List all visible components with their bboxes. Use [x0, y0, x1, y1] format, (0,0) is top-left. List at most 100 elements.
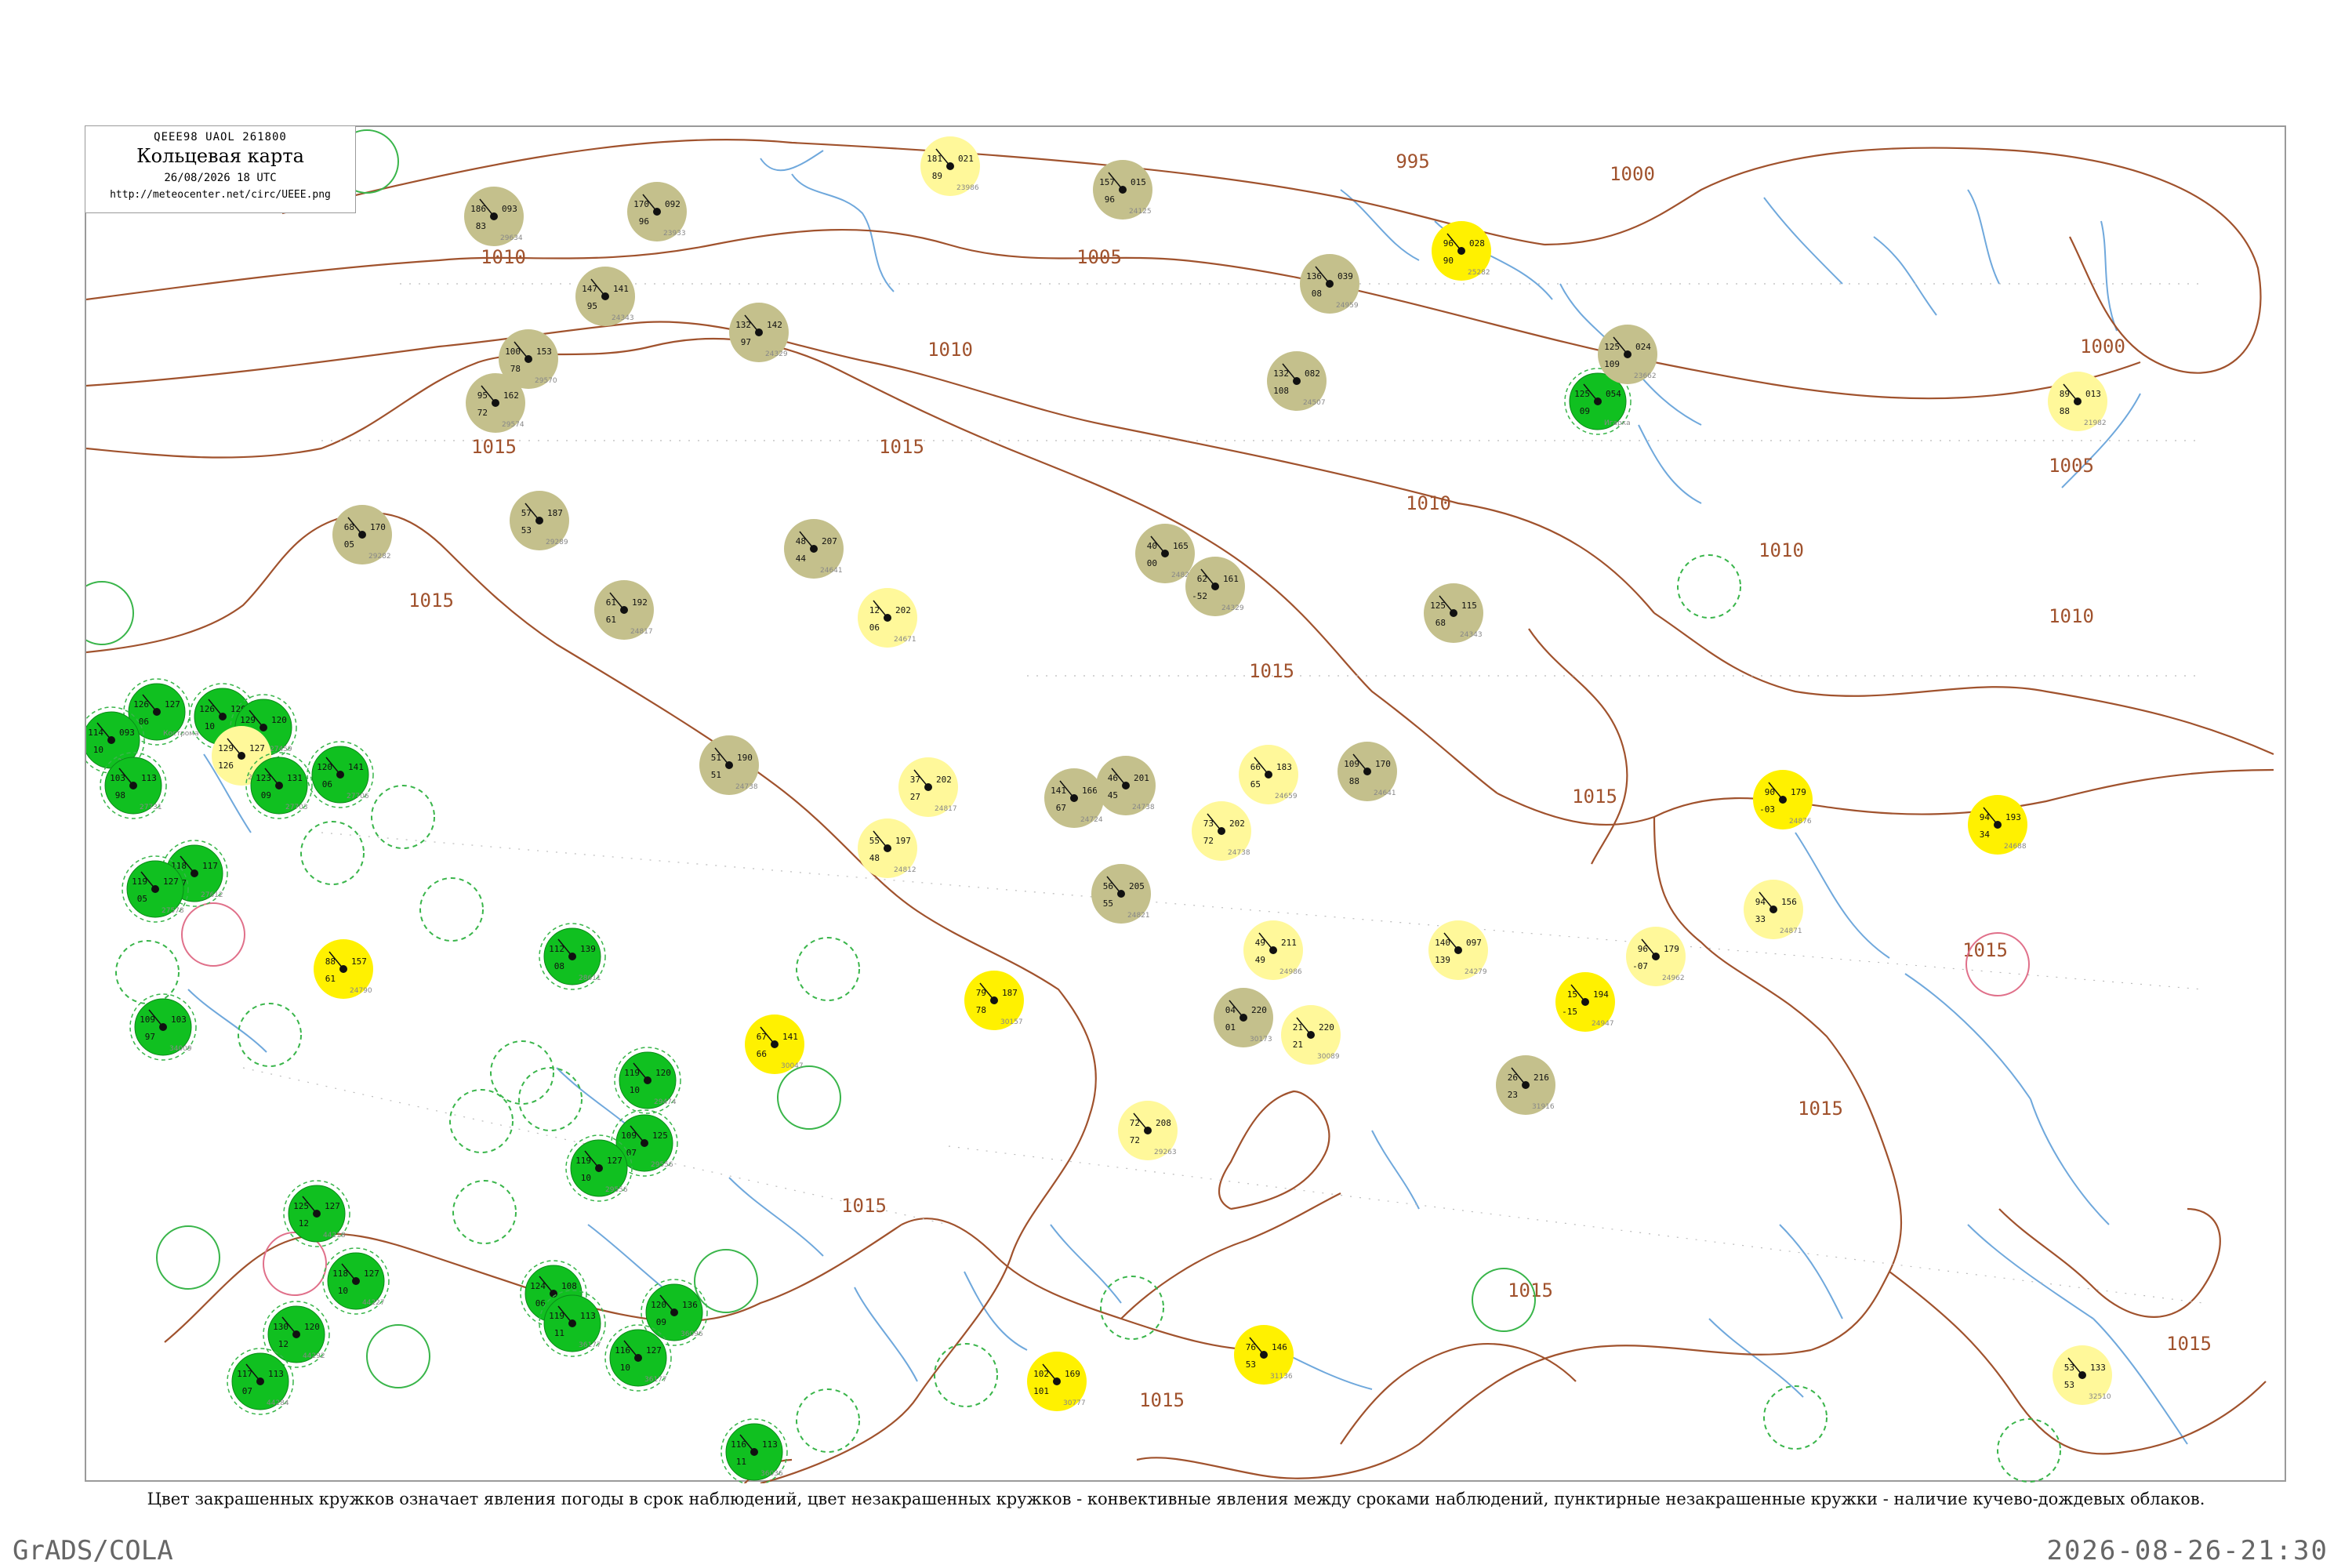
- station-marker[interactable]: 103 113 98 27731: [100, 752, 167, 819]
- dewpoint-value: 55: [1103, 898, 1113, 909]
- pressure-value: 082: [1305, 368, 1320, 379]
- station-marker[interactable]: 79 187 78 30157: [964, 971, 1024, 1030]
- station-marker[interactable]: 102 169 101 30777: [1027, 1352, 1087, 1411]
- station-marker[interactable]: 132 082 108 24507: [1267, 351, 1327, 411]
- station-marker[interactable]: 53 133 53 32510: [2053, 1345, 2112, 1405]
- dewpoint-value: 07: [242, 1386, 252, 1396]
- station-marker[interactable]: 140 097 139 24279: [1428, 920, 1488, 980]
- station-name: 24343: [1460, 631, 1483, 639]
- cumulonimbus-ring: [490, 1040, 554, 1105]
- station-marker[interactable]: 118 127 10 44227: [322, 1247, 390, 1315]
- station-marker[interactable]: 119 113 11 36177: [539, 1290, 606, 1357]
- station-marker[interactable]: 51 190 51 24738: [699, 735, 759, 795]
- render-timestamp: 2026-08-26-21:30: [2046, 1535, 2328, 1566]
- pressure-value: 113: [580, 1311, 596, 1321]
- dewpoint-value: 10: [205, 721, 215, 731]
- station-name: 24738: [1132, 804, 1155, 811]
- pressure-value: 197: [895, 836, 911, 846]
- temperature-value: 141: [1051, 786, 1066, 796]
- map-canvas[interactable]: 9951000100010051005101010101010101010101…: [86, 127, 2288, 1483]
- station-marker[interactable]: 90 179 -03 24876: [1753, 770, 1813, 829]
- station-marker[interactable]: 67 141 66 30047: [745, 1014, 804, 1074]
- station-marker[interactable]: 109 170 88 24641: [1338, 742, 1397, 801]
- temperature-value: 129: [240, 715, 256, 725]
- station-name: 44218: [323, 1232, 346, 1240]
- station-marker[interactable]: 04 220 01 30173: [1214, 988, 1273, 1047]
- station-name: 36036: [760, 1470, 783, 1478]
- temperature-value: 136: [1306, 271, 1322, 281]
- station-marker[interactable]: 76 146 53 31136: [1234, 1325, 1294, 1385]
- station-marker[interactable]: 89 013 88 21982: [2048, 372, 2107, 431]
- station-marker[interactable]: 94 156 33 24871: [1744, 880, 1803, 939]
- station-marker[interactable]: 132 142 97 24329: [729, 303, 789, 362]
- station-marker[interactable]: 12 202 06 24671: [858, 588, 917, 648]
- dewpoint-value: 67: [1056, 803, 1066, 813]
- station-marker[interactable]: 119 120 10 29474: [614, 1047, 681, 1114]
- temperature-value: 117: [237, 1369, 252, 1379]
- station-marker[interactable]: 125 024 109 23662: [1598, 325, 1657, 384]
- station-name: 44227: [362, 1299, 385, 1307]
- temperature-value: 147: [582, 284, 597, 294]
- station-marker[interactable]: 123 131 09 27703: [245, 752, 313, 819]
- temperature-value: 56: [1103, 881, 1113, 891]
- bulletin-code: QEEE98 UAOL 261800: [154, 131, 287, 143]
- station-marker[interactable]: 88 157 61 24790: [314, 939, 373, 999]
- isobar-label: 1015: [1249, 660, 1294, 682]
- station-marker[interactable]: 136 039 08 24959: [1300, 254, 1359, 314]
- station-marker[interactable]: 21 220 21 30089: [1281, 1005, 1341, 1065]
- station-marker[interactable]: 40 1650024826: [1135, 524, 1195, 583]
- station-marker[interactable]: 72 208 72 29263: [1118, 1101, 1178, 1160]
- station-name: 25282: [1468, 269, 1490, 277]
- station-marker[interactable]: 55 197 48 24812: [858, 818, 917, 878]
- isobar-label: 1015: [2166, 1333, 2212, 1355]
- station-marker[interactable]: 73 202 72 24738: [1192, 801, 1251, 861]
- station-name: 44292: [303, 1352, 325, 1360]
- station-marker[interactable]: 116 113 11 36036: [720, 1418, 788, 1483]
- station-marker[interactable]: 66 183 65 24659: [1239, 745, 1298, 804]
- station-marker[interactable]: 49 211 49 24986: [1243, 920, 1303, 980]
- station-marker[interactable]: 170 092 96 23933: [627, 182, 687, 241]
- station-marker[interactable]: 37 202 27 24817: [898, 757, 958, 817]
- station-marker[interactable]: 112 139 08 28611: [539, 923, 606, 990]
- station-marker[interactable]: 147 141 95 24343: [575, 267, 635, 326]
- pressure-value: 179: [1791, 787, 1806, 797]
- station-name: 30047: [781, 1062, 804, 1070]
- station-marker[interactable]: 62 161 -52 24329: [1185, 557, 1245, 616]
- station-marker[interactable]: 56 205 55 24821: [1091, 864, 1151, 924]
- station-marker[interactable]: 141 166 67 24724: [1044, 768, 1104, 828]
- station-marker[interactable]: 125 127 12 44218: [283, 1180, 350, 1247]
- station-marker[interactable]: 48 207 44 24641: [784, 519, 844, 579]
- station-name: 24821: [1127, 912, 1150, 920]
- station-marker[interactable]: 57 187 53 29289: [510, 491, 569, 550]
- pressure-value: 208: [1156, 1118, 1171, 1128]
- pressure-value: 141: [613, 284, 629, 294]
- dewpoint-value: 10: [620, 1363, 630, 1373]
- station-marker[interactable]: 96 179 -07 24962: [1626, 927, 1686, 986]
- station-marker[interactable]: 109 103 97 34009: [129, 993, 197, 1061]
- station-marker[interactable]: 125 115 68 24343: [1424, 583, 1483, 643]
- pressure-value: 127: [165, 699, 180, 710]
- temperature-value: 68: [344, 522, 354, 532]
- station-marker[interactable]: 68 170 05 29282: [332, 505, 392, 564]
- station-marker[interactable]: 181 021 89 23986: [920, 136, 980, 196]
- temperature-value: 126: [133, 699, 149, 710]
- station-marker[interactable]: 95 162 72 29574: [466, 373, 525, 433]
- station-name: 27703: [285, 804, 308, 811]
- station-marker[interactable]: 61 192 61 24817: [594, 580, 654, 640]
- map-url[interactable]: http://meteocenter.net/circ/UEEE.png: [85, 189, 355, 201]
- station-marker[interactable]: 120 141 06 27706: [307, 741, 374, 808]
- isobar-labels: 9951000100010051005101010101010101010101…: [408, 151, 2212, 1411]
- station-marker[interactable]: 96 028 90 25282: [1432, 221, 1491, 281]
- station-marker[interactable]: 46 201 45 24738: [1096, 756, 1156, 815]
- station-marker[interactable]: 26 216 23 31916: [1496, 1055, 1555, 1115]
- pressure-value: 169: [1065, 1369, 1080, 1379]
- station-marker[interactable]: 186 093 83 29634: [464, 187, 524, 246]
- station-marker[interactable]: 157 015 96 24125: [1093, 160, 1152, 220]
- map-caption: Цвет закрашенных кружков означает явлени…: [147, 1490, 2205, 1508]
- station-name: 23662: [1634, 372, 1657, 380]
- map-frame: 995 1000 1000 1005 1005 1010 1010 1010 1010 1010 1…: [85, 125, 2288, 1483]
- pressure-value: 115: [1461, 601, 1477, 611]
- station-marker[interactable]: 94 193 34 24688: [1968, 795, 2027, 855]
- dewpoint-value: -15: [1562, 1007, 1577, 1017]
- station-marker[interactable]: 15 194 -15 24947: [1555, 972, 1615, 1032]
